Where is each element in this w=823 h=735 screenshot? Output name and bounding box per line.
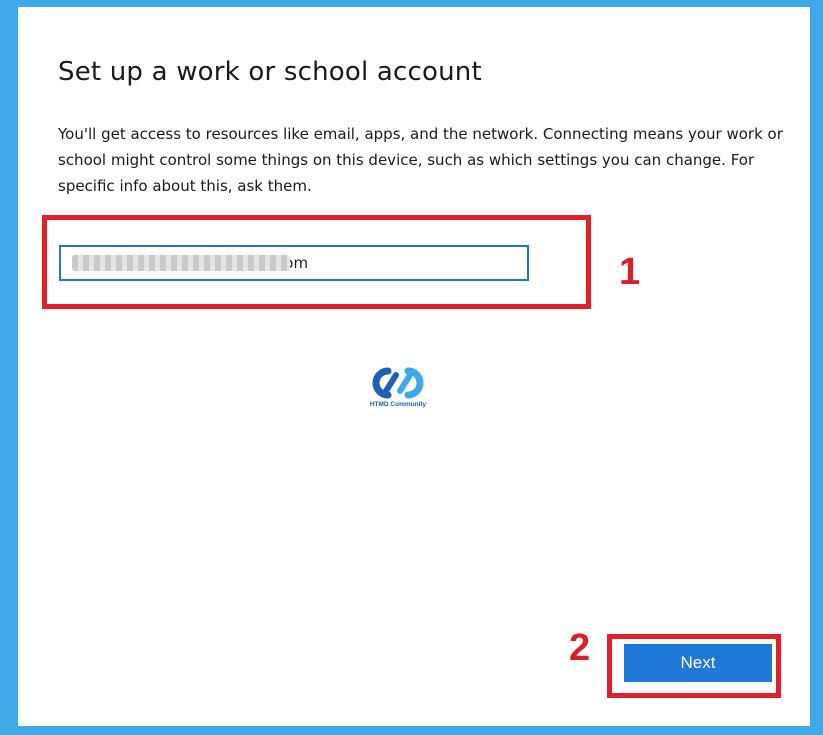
dialog-panel: Set up a work or school account You'll g… (18, 7, 810, 726)
step-number-1: 1 (619, 251, 641, 293)
watermark-logo: HTMD Community (363, 365, 433, 425)
redacted-text (72, 255, 290, 271)
step-number-2: 2 (569, 627, 591, 669)
next-button[interactable]: Next (624, 644, 772, 682)
page-description: You'll get access to resources like emai… (58, 125, 783, 195)
htmd-logo-icon (372, 367, 424, 399)
page-title: Set up a work or school account (58, 57, 482, 87)
watermark-text: HTMD Community (369, 401, 427, 408)
